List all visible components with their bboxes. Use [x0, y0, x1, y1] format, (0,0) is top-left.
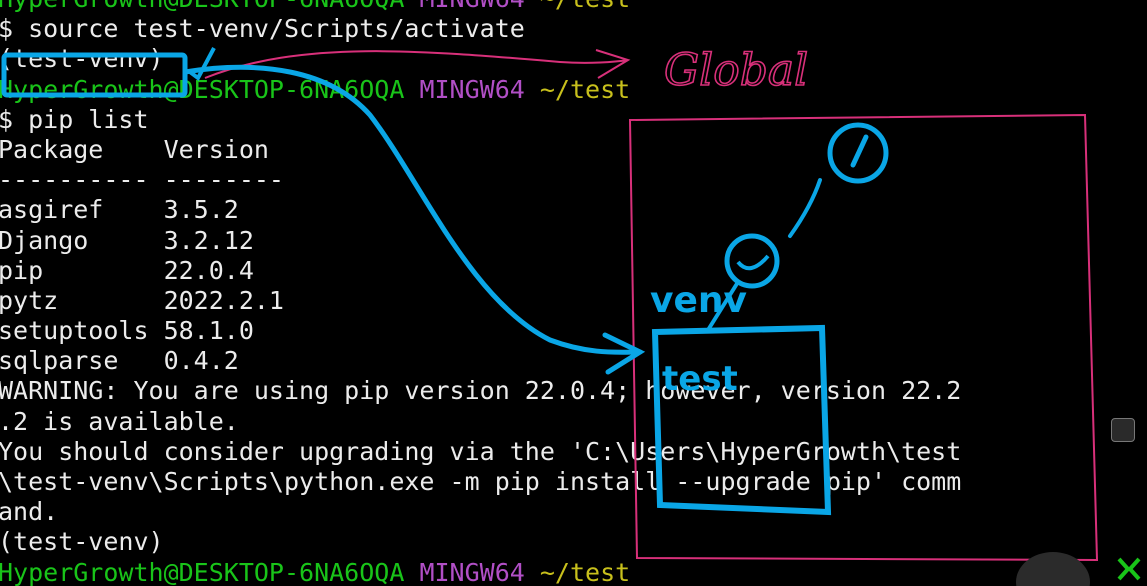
terminal-line: pip 22.0.4: [0, 256, 1147, 286]
terminal-text: WARNING: You are using pip version 22.0.…: [0, 376, 962, 406]
terminal-text: MINGW64: [419, 557, 525, 586]
terminal-text: \test-venv\Scripts\python.exe -m pip ins…: [0, 467, 962, 496]
terminal-text: Package Version: [0, 134, 269, 164]
terminal-line: \test-venv\Scripts\python.exe -m pip ins…: [0, 467, 1147, 497]
terminal-line: (test-venv): [0, 44, 1147, 74]
terminal-text: HyperGrowth@DESKTOP-6NA6OQA: [0, 74, 405, 104]
terminal-text: (test-venv): [0, 527, 164, 557]
terminal-text: sqlparse 0.4.2: [0, 346, 239, 376]
terminal-text: asgiref 3.5.2: [0, 195, 239, 225]
terminal-line: setuptools 58.1.0: [0, 316, 1147, 346]
terminal-text: .2 is available.: [0, 406, 239, 436]
terminal-line: $ source test-venv/Scripts/activate: [0, 14, 1147, 44]
terminal-line: HyperGrowth@DESKTOP-6NA6OQA MINGW64 ~/te…: [0, 75, 1147, 105]
terminal-text: Django 3.2.12: [0, 225, 254, 255]
terminal-text: HyperGrowth@DESKTOP-6NA6OQA: [0, 557, 405, 586]
terminal-line: .2 is available.: [0, 407, 1147, 437]
terminal-text: $ pip list: [0, 104, 149, 134]
app-logo-icon: [1117, 557, 1141, 581]
terminal-line: Package Version: [0, 135, 1147, 165]
terminal-line: asgiref 3.5.2: [0, 195, 1147, 225]
terminal-text: ~/test: [539, 74, 631, 104]
terminal-line: pytz 2022.2.1: [0, 286, 1147, 316]
terminal-text: You should consider upgrading via the 'C…: [0, 436, 962, 466]
terminal-line: and.: [0, 497, 1147, 527]
terminal-output[interactable]: HyperGrowth@DESKTOP-6NA6OQA MINGW64 ~/te…: [0, 0, 1147, 586]
terminal-text: pytz 2022.2.1: [0, 285, 284, 315]
terminal-text: pip 22.0.4: [0, 255, 254, 285]
terminal-text: ~/test: [539, 557, 631, 586]
terminal-line: $ pip list: [0, 105, 1147, 135]
terminal-line: HyperGrowth@DESKTOP-6NA6OQA MINGW64 ~/te…: [0, 558, 1147, 586]
terminal-line: Django 3.2.12: [0, 226, 1147, 256]
terminal-text: and.: [0, 497, 59, 527]
terminal-text: ~/test: [540, 0, 630, 13]
terminal-text: $ source test-venv/Scripts/activate: [0, 14, 525, 44]
terminal-text: ---------- --------: [0, 165, 284, 195]
terminal-text: setuptools 58.1.0: [0, 316, 254, 346]
terminal-text: (test-venv): [0, 44, 164, 74]
terminal-line: sqlparse 0.4.2: [0, 346, 1147, 376]
terminal-line: You should consider upgrading via the 'C…: [0, 437, 1147, 467]
terminal-line: HyperGrowth@DESKTOP-6NA6OQA MINGW64 ~/te…: [0, 0, 1147, 14]
terminal-window: HyperGrowth@DESKTOP-6NA6OQA MINGW64 ~/te…: [0, 0, 1147, 586]
capture-icon[interactable]: [1111, 418, 1135, 442]
terminal-line: (test-venv): [0, 527, 1147, 557]
terminal-line: ---------- --------: [0, 165, 1147, 195]
terminal-text: HyperGrowth@DESKTOP-6NA6OQA: [0, 0, 404, 13]
terminal-text: MINGW64: [419, 0, 524, 13]
terminal-line: WARNING: You are using pip version 22.0.…: [0, 376, 1147, 406]
terminal-text: MINGW64: [419, 74, 525, 104]
